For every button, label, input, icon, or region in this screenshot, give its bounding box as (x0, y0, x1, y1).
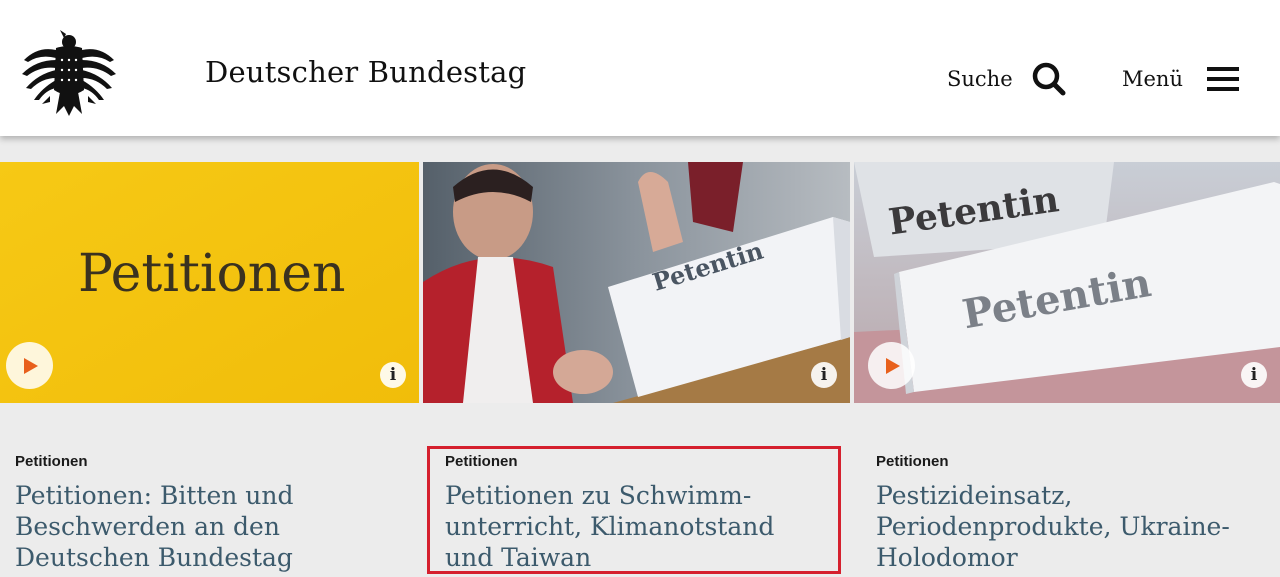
image-caption-petitionen: Petitionen (78, 244, 346, 304)
card-title[interactable]: Petitionen: Bitten und Beschwerden an de… (15, 480, 415, 573)
search-icon (1032, 62, 1066, 96)
card-title[interactable]: Petitionen zu Schwimm-unterricht, Kliman… (445, 480, 825, 573)
play-icon (885, 357, 900, 374)
info-icon: i (389, 364, 397, 385)
play-button[interactable] (868, 342, 915, 389)
teaser-card-row: Petitionen i Petitionen Petitionen: Bitt… (0, 162, 1280, 577)
search-label: Suche (947, 67, 1013, 91)
info-button[interactable]: i (1241, 362, 1267, 388)
teaser-card-schwimmunterricht[interactable]: Petentin i Petitionen Petitionen zu Schw… (423, 162, 850, 577)
info-icon: i (820, 364, 828, 385)
card-image[interactable]: Petentin Petentin i (854, 162, 1280, 403)
site-header: Deutscher Bundestag Suche Menü (0, 0, 1280, 136)
info-button[interactable]: i (811, 362, 837, 388)
search-button[interactable]: Suche (947, 58, 1067, 100)
info-icon: i (1250, 364, 1258, 385)
info-button[interactable]: i (380, 362, 406, 388)
card-title[interactable]: Pestizideinsatz, Periodenprodukte, Ukrai… (876, 480, 1256, 573)
play-button[interactable] (6, 342, 53, 389)
hamburger-menu-icon (1206, 67, 1239, 91)
card-category: Petitionen (876, 453, 949, 470)
bundesadler-logo[interactable] (20, 30, 118, 116)
card-image[interactable]: Petentin i (423, 162, 850, 403)
teaser-card-petitionen[interactable]: Petitionen i Petitionen Petitionen: Bitt… (0, 162, 419, 577)
card-category: Petitionen (445, 453, 518, 470)
teaser-card-pestizideinsatz[interactable]: Petentin Petentin i Petitionen Pestizide… (854, 162, 1280, 577)
petentin-sign-photo (423, 162, 850, 403)
menu-button[interactable]: Menü (1122, 58, 1239, 100)
menu-label: Menü (1122, 67, 1183, 91)
site-title[interactable]: Deutscher Bundestag (205, 55, 526, 89)
card-image[interactable]: Petitionen i (0, 162, 419, 403)
card-category: Petitionen (15, 453, 88, 470)
play-icon (23, 357, 38, 374)
